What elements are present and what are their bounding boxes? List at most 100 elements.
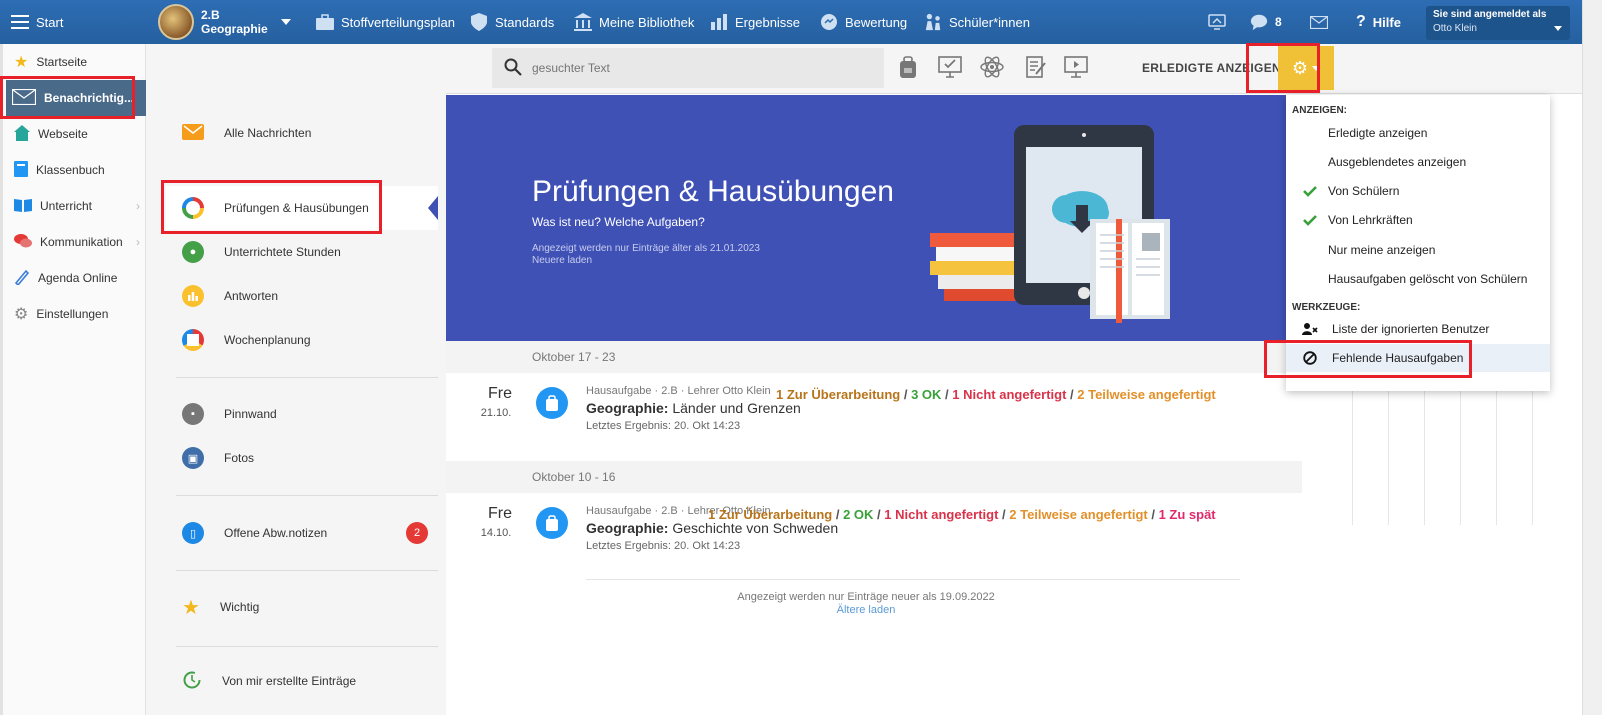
subnav-antworten[interactable]: Antworten <box>182 274 442 318</box>
check-icon <box>1302 184 1318 198</box>
option-ausgeblendetes-anzeigen[interactable]: Ausgeblendetes anzeigen <box>1286 148 1550 176</box>
option-hausaufgaben-geloescht[interactable]: Hausaufgaben gelöscht von Schülern <box>1286 265 1550 293</box>
subnav-pinnwand[interactable]: ▪ Pinnwand <box>182 392 442 436</box>
messages-button[interactable]: 8 <box>1250 0 1282 44</box>
open-book-icon <box>14 198 32 215</box>
chevron-down-icon <box>280 19 291 25</box>
screen-share-button[interactable] <box>1208 0 1226 44</box>
pin-icon: ▪ <box>182 403 204 425</box>
homework-backpack-icon <box>536 387 568 419</box>
calendar-icon <box>182 329 204 351</box>
homework-entry[interactable]: Fre 14.10. Hausaufgabe · 2.B · Lehrer Ot… <box>446 493 1302 581</box>
homework-entry[interactable]: Fre 21.10. Hausaufgabe · 2.B · Lehrer Ot… <box>446 373 1302 461</box>
option-nur-meine-anzeigen[interactable]: Nur meine anzeigen <box>1286 236 1550 264</box>
search-box[interactable] <box>492 48 884 88</box>
chat-bubble-icon <box>1250 13 1268 31</box>
load-older-link[interactable]: Ältere laden <box>446 604 1286 616</box>
hero-banner: Prüfungen & Hausübungen Was ist neu? Wel… <box>446 95 1302 345</box>
entry-day: Fre <box>488 385 512 402</box>
entry-last-result: Letztes Ergebnis: 20. Okt 14:23 <box>586 420 741 432</box>
leftnav-kommunikation[interactable]: Kommunikation › <box>8 224 146 260</box>
entry-title: Geographie: Länder und Grenzen <box>586 400 801 416</box>
hamburger-icon <box>11 13 29 31</box>
page-title: Prüfungen & Hausübungen <box>532 175 894 208</box>
leftnav-klassenbuch[interactable]: Klassenbuch <box>8 152 146 188</box>
mail-icon <box>11 88 37 108</box>
option-von-schuelern[interactable]: Von Schülern <box>1286 177 1550 205</box>
page-subtitle: Was ist neu? Welche Aufgaben? <box>532 215 705 229</box>
nav-stoffverteilungsplan[interactable]: Stoffverteilungsplan <box>316 0 455 44</box>
entry-meta: Hausaufgabe · 2.B · Lehrer Otto Klein <box>586 385 771 397</box>
homework-backpack-icon <box>536 507 568 539</box>
help-button[interactable]: ? Hilfe <box>1356 0 1401 44</box>
option-von-lehrkraeften[interactable]: Von Lehrkräften <box>1286 206 1550 234</box>
nav-meine-bibliothek[interactable]: Meine Bibliothek <box>574 0 694 44</box>
nav-ergebnisse[interactable]: Ergebnisse <box>710 0 800 44</box>
search-input[interactable] <box>532 61 832 75</box>
older-filter-info: Angezeigt werden nur Einträge neuer als … <box>737 591 995 603</box>
filter-notes-button[interactable] <box>1024 55 1048 81</box>
load-newer-link[interactable]: Neuere laden <box>532 255 592 266</box>
dropdown-heading-show: ANZEIGEN: <box>1292 105 1347 116</box>
leftnav-agenda-online[interactable]: Agenda Online <box>8 260 146 296</box>
leftnav-benachrichtigungen[interactable]: Benachrichtig... <box>6 80 146 116</box>
subnav-pruefungen-hausuebungen[interactable]: Prüfungen & Hausübungen <box>182 186 442 230</box>
option-erledigte-anzeigen[interactable]: Erledigte anzeigen <box>1286 119 1550 147</box>
filter-exam-button[interactable] <box>938 55 962 81</box>
subnav-wochenplanung[interactable]: Wochenplanung <box>182 318 442 362</box>
show-done-button[interactable]: ERLEDIGTE ANZEIGEN <box>1142 61 1281 75</box>
tool-fehlende-hausaufgaben[interactable]: Fehlende Hausaufgaben <box>1286 344 1550 372</box>
bar-chart-icon <box>710 13 728 31</box>
backpack-icon <box>899 55 917 81</box>
atom-icon <box>980 55 1004 82</box>
divider <box>176 495 438 496</box>
chevron-down-icon <box>1312 65 1321 71</box>
divider <box>586 579 1240 580</box>
search-icon <box>504 58 522 79</box>
entry-last-result: Letztes Ergebnis: 20. Okt 14:23 <box>586 540 741 552</box>
nav-standards[interactable]: Standards <box>470 0 554 44</box>
filter-homework-button[interactable] <box>896 55 920 81</box>
book-icon <box>14 160 28 180</box>
nav-schueler[interactable]: Schüler*innen <box>924 0 1030 44</box>
refresh-icon <box>182 670 202 693</box>
tool-ignored-users[interactable]: Liste der ignorierten Benutzer <box>1286 315 1550 343</box>
monitor-check-icon <box>938 55 962 81</box>
leftnav-unterricht[interactable]: Unterricht › <box>8 188 146 224</box>
subnav-alle-nachrichten[interactable]: Alle Nachrichten <box>182 111 442 155</box>
start-label: Start <box>36 14 64 30</box>
leftnav-webseite[interactable]: Webseite <box>8 116 146 152</box>
filter-science-button[interactable] <box>980 56 1004 80</box>
gear-icon: ⚙ <box>14 306 29 323</box>
shield-icon <box>470 13 488 31</box>
left-navigation: ★ Startseite Benachrichtig... Webseite K… <box>0 44 146 715</box>
person-icon: ● <box>182 241 204 263</box>
subnav-von-mir-erstellte[interactable]: Von mir erstellte Einträge <box>182 659 442 703</box>
filter-presentation-button[interactable] <box>1064 55 1088 80</box>
photo-icon: ▣ <box>182 447 204 469</box>
user-menu[interactable]: Sie sind angemeldet als Otto Klein <box>1426 6 1570 40</box>
divider <box>176 570 438 571</box>
subnav-unterrichtete-stunden[interactable]: ● Unterrichtete Stunden <box>182 230 442 274</box>
edit-document-icon <box>1026 55 1046 81</box>
pen-icon <box>14 269 30 288</box>
start-menu-button[interactable]: Start <box>11 0 63 44</box>
messages-count: 8 <box>1275 15 1282 29</box>
subnav-fotos[interactable]: ▣ Fotos <box>182 436 442 480</box>
leftnav-einstellungen[interactable]: ⚙ Einstellungen <box>8 296 146 332</box>
subnav-wichtig[interactable]: ★ Wichtig <box>182 585 442 629</box>
week-header: Oktober 10 - 16 <box>446 461 1302 493</box>
entry-date: 14.10. <box>480 527 512 539</box>
leftnav-startseite[interactable]: ★ Startseite <box>8 44 146 80</box>
settings-dropdown-button[interactable]: ⚙ <box>1278 46 1334 90</box>
briefcase-icon <box>316 13 334 31</box>
envelope-icon <box>182 123 204 143</box>
nav-bewertung[interactable]: Bewertung <box>820 0 907 44</box>
entry-day: Fre <box>488 505 512 522</box>
house-icon <box>14 124 30 144</box>
mail-button[interactable] <box>1310 0 1328 44</box>
envelope-icon <box>1310 13 1328 31</box>
subnav-offene-abw-notizen[interactable]: ▯ Offene Abw.notizen 2 <box>182 511 442 555</box>
class-switcher[interactable]: 2.B Geographie <box>158 0 291 44</box>
scrollbar[interactable] <box>1582 0 1602 715</box>
